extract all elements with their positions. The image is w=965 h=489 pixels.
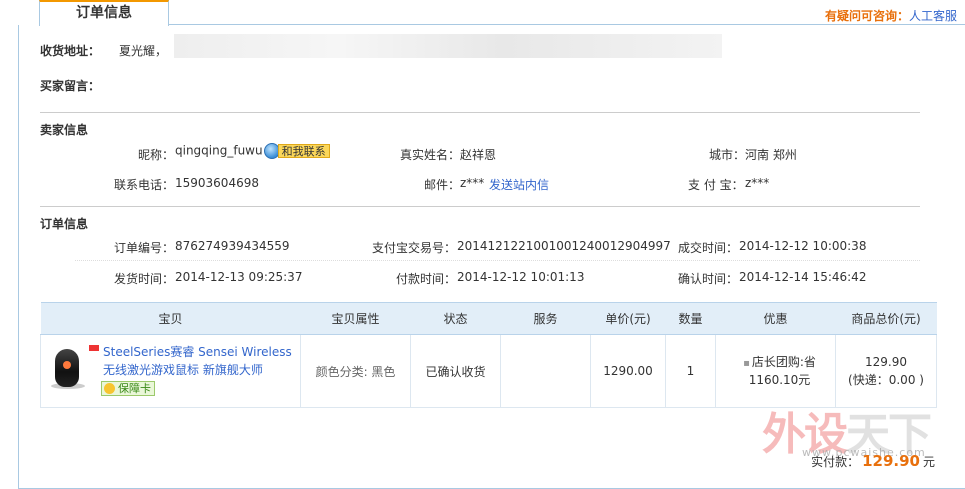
seller-nickname: qingqing_fuwu <box>175 143 263 158</box>
header-status: 状态 <box>410 302 501 335</box>
header-promo: 优惠 <box>715 302 836 335</box>
seller-alipay: z*** <box>745 176 770 190</box>
order-no: 876274939434559 <box>175 239 290 253</box>
seller-phone: 15903604698 <box>175 176 259 190</box>
seller-city-label: 城市： <box>709 148 746 162</box>
brand-flag-icon <box>89 345 99 351</box>
deal-time-label: 成交时间： <box>678 241 739 255</box>
seller-phone-label: 联系电话： <box>114 178 175 192</box>
seller-realname: 赵祥恩 <box>460 148 497 162</box>
shipping-fee: (快递：0.00 ) <box>848 373 924 387</box>
confirm-time-label: 确认时间： <box>678 272 739 286</box>
pay-time-label: 付款时间： <box>396 272 457 286</box>
promo-text: 店长团购:省1160.10元 <box>748 355 816 387</box>
guarantee-label: 保障卡 <box>118 382 151 395</box>
tab-bar: 订单信息 有疑问可咨询：人工客服 <box>0 0 965 26</box>
product-image[interactable] <box>49 347 87 391</box>
contact-me-button[interactable]: 和我联系 <box>263 143 330 159</box>
guarantee-badge[interactable]: 保障卡 <box>101 381 155 396</box>
alipay-no-label: 支付宝交易号： <box>372 241 457 255</box>
watermark: 外设天下 www.pcwaishe.com <box>762 398 952 460</box>
product: SteelSeries赛睿 Sensei Wireless无线激光游戏鼠标 新旗… <box>41 335 300 407</box>
header-unit-price: 单价(元) <box>590 302 666 335</box>
customer-service-link[interactable]: 人工客服 <box>909 9 957 23</box>
pay-time: 2014-12-12 10:01:13 <box>457 270 585 284</box>
seller-email: z*** <box>460 176 485 190</box>
guarantee-icon <box>104 383 115 394</box>
redacted-address <box>174 34 722 58</box>
confirm-time: 2014-12-14 15:46:42 <box>739 270 867 284</box>
quantity-cell: 1 <box>665 334 716 408</box>
header-total: 商品总价(元) <box>835 302 937 335</box>
buyer-message-label: 买家留言： <box>40 79 101 93</box>
divider <box>40 206 920 207</box>
contact-me-label: 和我联系 <box>277 144 330 158</box>
payment-label: 实付款： <box>811 455 860 469</box>
promo-cell: ▪ 店长团购:省1160.10元 <box>715 334 836 408</box>
bullet-icon: ▪ <box>743 358 750 369</box>
address-name: 夏光耀， <box>119 44 168 58</box>
address-label: 收货地址： <box>40 44 101 58</box>
seller-city: 河南 郑州 <box>745 148 797 162</box>
item-cell: SteelSeries赛睿 Sensei Wireless无线激光游戏鼠标 新旗… <box>40 334 301 408</box>
header-item: 宝贝 <box>40 302 301 335</box>
seller-realname-label: 真实姓名： <box>400 148 461 162</box>
tab-order-info[interactable]: 订单信息 <box>39 0 169 26</box>
goods-table: 宝贝 宝贝属性 状态 服务 单价(元) 数量 优惠 商品总价(元) SteelS… <box>40 302 937 408</box>
seller-nickname-row: qingqing_fuwu 和我联系 <box>175 143 330 159</box>
payment-total: 实付款： 129.90 元 <box>811 452 935 470</box>
payment-amount: 129.90 <box>862 452 920 470</box>
header-quantity: 数量 <box>665 302 716 335</box>
product-title-link[interactable]: SteelSeries赛睿 Sensei Wireless无线激光游戏鼠标 新旗… <box>103 343 293 379</box>
unit-price-cell: 1290.00 <box>590 334 666 408</box>
divider <box>40 112 920 113</box>
ship-time: 2014-12-13 09:25:37 <box>175 270 303 284</box>
service-cell <box>500 334 591 408</box>
attribute-cell: 颜色分类: 黑色 <box>300 334 411 408</box>
payment-unit: 元 <box>922 455 935 469</box>
order-section-title: 订单信息 <box>40 217 89 231</box>
help-question: 有疑问可咨询： <box>824 9 909 23</box>
deal-time: 2014-12-12 10:00:38 <box>739 239 867 253</box>
status-cell: 已确认收货 <box>410 334 501 408</box>
header-service: 服务 <box>500 302 591 335</box>
mouse-led <box>63 361 71 369</box>
header-attribute: 宝贝属性 <box>300 302 411 335</box>
total-price: 129.90 <box>865 355 907 369</box>
order-no-label: 订单编号： <box>114 241 175 255</box>
total-cell: 129.90 (快递：0.00 ) <box>835 334 937 408</box>
table-row: SteelSeries赛睿 Sensei Wireless无线激光游戏鼠标 新旗… <box>40 334 937 408</box>
ship-time-label: 发货时间： <box>114 272 175 286</box>
seller-section-title: 卖家信息 <box>40 123 89 137</box>
seller-alipay-label: 支 付 宝： <box>688 178 744 192</box>
help-area: 有疑问可咨询：人工客服 <box>825 7 957 24</box>
send-message-link[interactable]: 发送站内信 <box>489 176 549 193</box>
seller-nickname-label: 昵称： <box>138 148 175 162</box>
table-header-row: 宝贝 宝贝属性 状态 服务 单价(元) 数量 优惠 商品总价(元) <box>40 302 937 335</box>
seller-email-label: 邮件： <box>424 178 461 192</box>
dotted-divider <box>75 260 920 261</box>
alipay-no: 2014121221001001240012904997 <box>457 239 671 253</box>
